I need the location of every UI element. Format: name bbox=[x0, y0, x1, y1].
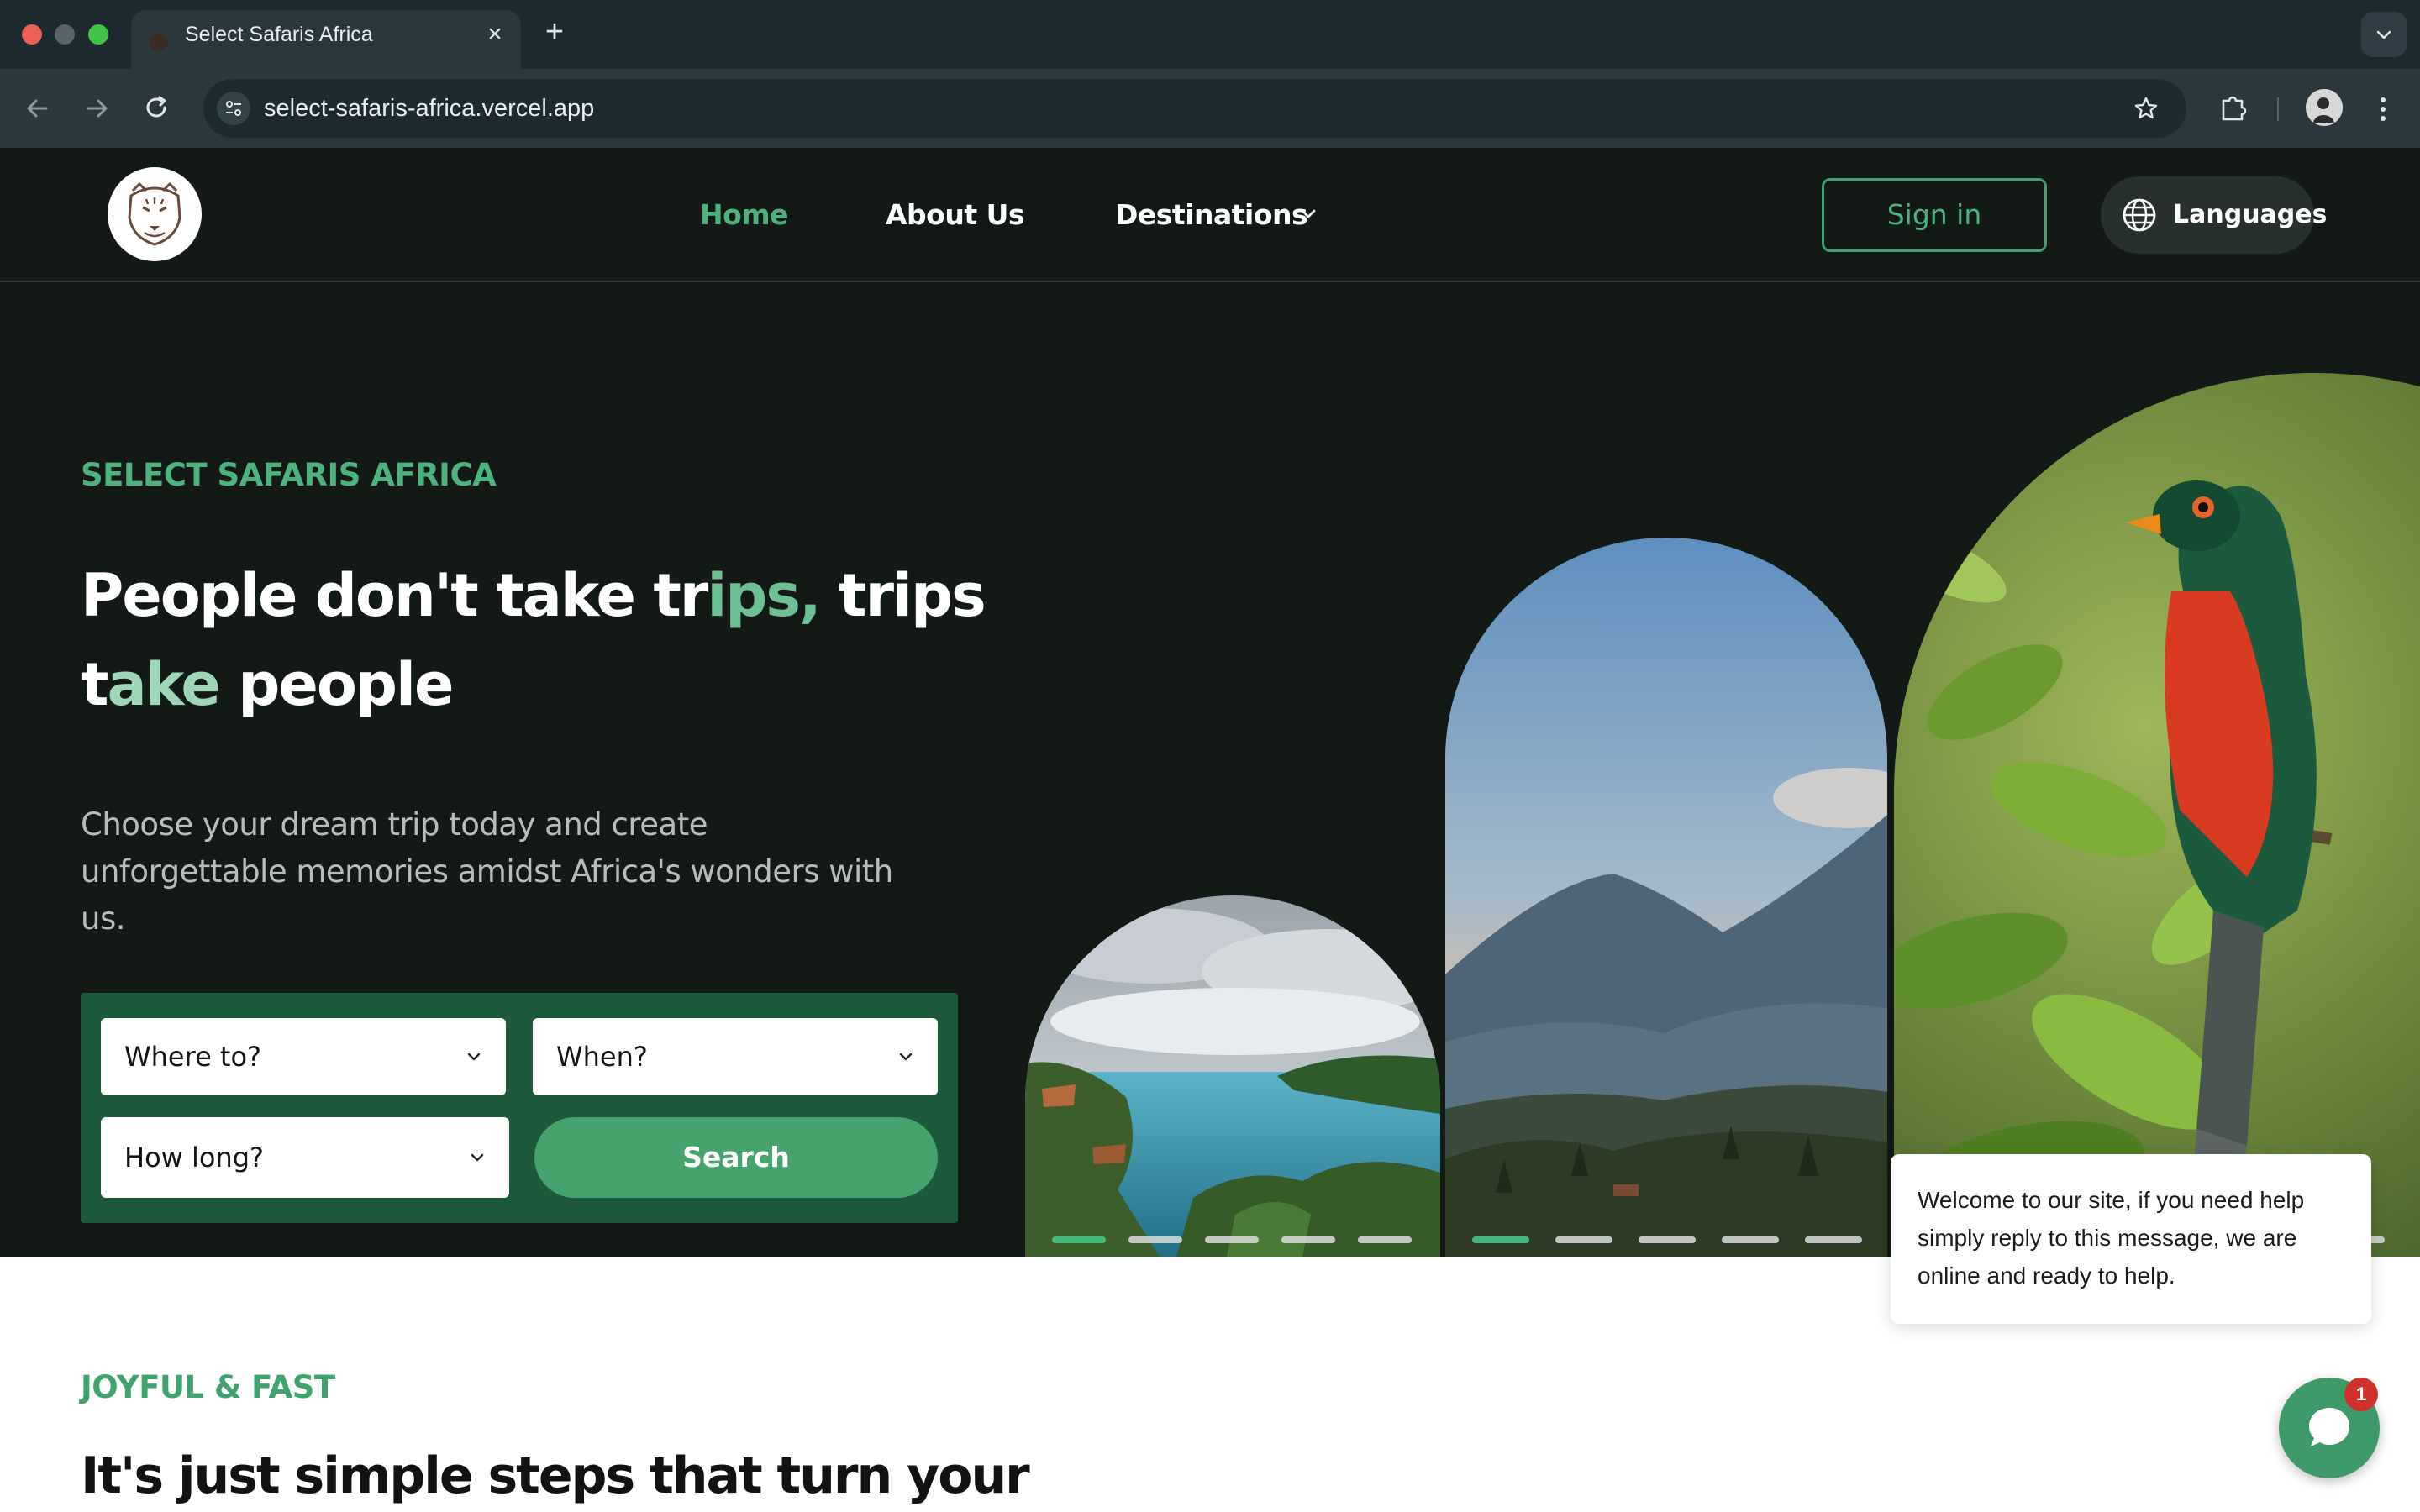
mountain-landscape-image bbox=[1445, 538, 1887, 1257]
carousel-dot[interactable] bbox=[1205, 1236, 1259, 1243]
languages-button[interactable]: Languages bbox=[2101, 176, 2327, 254]
trip-search-panel: Where to? When? How long? Search bbox=[81, 993, 958, 1223]
forward-icon bbox=[87, 99, 108, 118]
carousel-dot[interactable] bbox=[1358, 1236, 1412, 1243]
lake-landscape-image bbox=[1025, 895, 1440, 1257]
tab-search-button[interactable] bbox=[2361, 12, 2407, 57]
nav-home-link[interactable]: Home bbox=[700, 148, 789, 282]
carousel-dot[interactable] bbox=[1639, 1236, 1696, 1243]
tab-title: Select Safaris Africa bbox=[185, 23, 373, 46]
tiger-logo-icon bbox=[128, 181, 182, 246]
hero-headline: People don't take trips, trips take peop… bbox=[81, 551, 1055, 729]
sign-in-button[interactable]: Sign in bbox=[1822, 178, 2047, 252]
back-icon bbox=[27, 99, 48, 118]
steps-eyebrow: JOYFUL & FAST bbox=[81, 1369, 335, 1405]
window-maximize-button[interactable] bbox=[88, 24, 108, 45]
carousel-dot[interactable] bbox=[1472, 1236, 1529, 1243]
globe-icon bbox=[2123, 198, 2156, 232]
chat-bubble-icon bbox=[2309, 1408, 2349, 1446]
languages-label: Languages bbox=[2173, 200, 2328, 229]
reload-button[interactable] bbox=[138, 89, 176, 128]
url-text[interactable]: select-safaris-africa.vercel.app bbox=[264, 79, 594, 138]
chat-message: Welcome to our site, if you need help si… bbox=[1918, 1187, 2305, 1289]
mountain-carousel-dots bbox=[1472, 1236, 1862, 1243]
puzzle-icon bbox=[2222, 96, 2247, 121]
bird-image-carousel[interactable] bbox=[1894, 373, 2420, 1257]
bookmark-button[interactable] bbox=[2129, 92, 2163, 125]
profile-avatar[interactable] bbox=[2306, 89, 2343, 126]
chevron-down-icon bbox=[471, 1153, 484, 1162]
tab-close-icon[interactable]: × bbox=[482, 22, 508, 47]
browser-tab[interactable]: Select Safaris Africa × bbox=[131, 10, 521, 69]
forward-button[interactable] bbox=[77, 89, 116, 128]
how-long-select[interactable]: How long? bbox=[101, 1117, 509, 1198]
extensions-button[interactable] bbox=[2215, 89, 2252, 126]
back-button[interactable] bbox=[18, 89, 57, 128]
kebab-menu-icon bbox=[2381, 97, 2386, 121]
window-close-button[interactable] bbox=[22, 24, 42, 45]
browser-menu-button[interactable] bbox=[2368, 91, 2398, 128]
carousel-dot[interactable] bbox=[1128, 1236, 1182, 1243]
hero-eyebrow: SELECT SAFARIS AFRICA bbox=[81, 457, 497, 493]
where-to-select[interactable]: Where to? bbox=[101, 1018, 506, 1095]
headline-text: People don't take tr bbox=[81, 561, 708, 630]
chevron-down-icon[interactable] bbox=[1297, 203, 1319, 225]
favicon-icon bbox=[150, 33, 168, 51]
window-minimize-button[interactable] bbox=[55, 24, 75, 45]
steps-headline: It's just simple steps that turn your bbox=[81, 1446, 1030, 1505]
chat-welcome-bubble[interactable]: Welcome to our site, if you need help si… bbox=[1891, 1154, 2371, 1324]
lake-image-carousel[interactable] bbox=[1025, 895, 1440, 1257]
carousel-dot[interactable] bbox=[1281, 1236, 1335, 1243]
site-settings-icon bbox=[226, 101, 241, 116]
hero-subtext: Choose your dream trip today and create … bbox=[81, 806, 893, 937]
carousel-dot[interactable] bbox=[1722, 1236, 1779, 1243]
headline-text: people bbox=[218, 650, 454, 719]
when-label: When? bbox=[556, 1041, 648, 1073]
nav-destinations-link[interactable]: Destinations bbox=[1115, 148, 1308, 282]
new-tab-button[interactable]: + bbox=[538, 15, 571, 49]
chat-unread-badge: 1 bbox=[2344, 1378, 2378, 1411]
mountain-image-carousel[interactable] bbox=[1445, 538, 1887, 1257]
browser-tab-bar: Select Safaris Africa × + bbox=[0, 0, 2420, 69]
site-info-button[interactable] bbox=[217, 92, 250, 125]
site-header: Home About Us Destinations Sign in Langu… bbox=[0, 148, 2420, 282]
avatar-icon bbox=[2306, 89, 2343, 126]
where-to-label: Where to? bbox=[124, 1041, 262, 1073]
chevron-down-icon bbox=[899, 1053, 913, 1061]
how-long-label: How long? bbox=[124, 1142, 265, 1173]
headline-accent: ake bbox=[107, 650, 220, 719]
when-select[interactable]: When? bbox=[533, 1018, 938, 1095]
carousel-dot[interactable] bbox=[1805, 1236, 1862, 1243]
browser-toolbar: select-safaris-africa.vercel.app bbox=[0, 69, 2420, 148]
carousel-dot[interactable] bbox=[1052, 1236, 1106, 1243]
star-icon bbox=[2134, 97, 2158, 119]
reload-icon bbox=[146, 96, 166, 118]
search-button[interactable]: Search bbox=[534, 1117, 938, 1198]
toolbar-divider bbox=[2277, 97, 2279, 121]
address-bar[interactable]: select-safaris-africa.vercel.app bbox=[203, 79, 2186, 138]
lake-carousel-dots bbox=[1052, 1236, 1413, 1243]
nav-about-link[interactable]: About Us bbox=[886, 148, 1025, 282]
hero-section: SELECT SAFARIS AFRICA People don't take … bbox=[0, 284, 2420, 1257]
chevron-down-icon bbox=[2376, 30, 2391, 39]
site-logo[interactable] bbox=[108, 167, 202, 261]
carousel-dot[interactable] bbox=[1555, 1236, 1612, 1243]
headline-accent: ips, bbox=[707, 561, 821, 630]
trogon-bird-image bbox=[1894, 373, 2420, 1257]
chevron-down-icon bbox=[467, 1053, 481, 1061]
